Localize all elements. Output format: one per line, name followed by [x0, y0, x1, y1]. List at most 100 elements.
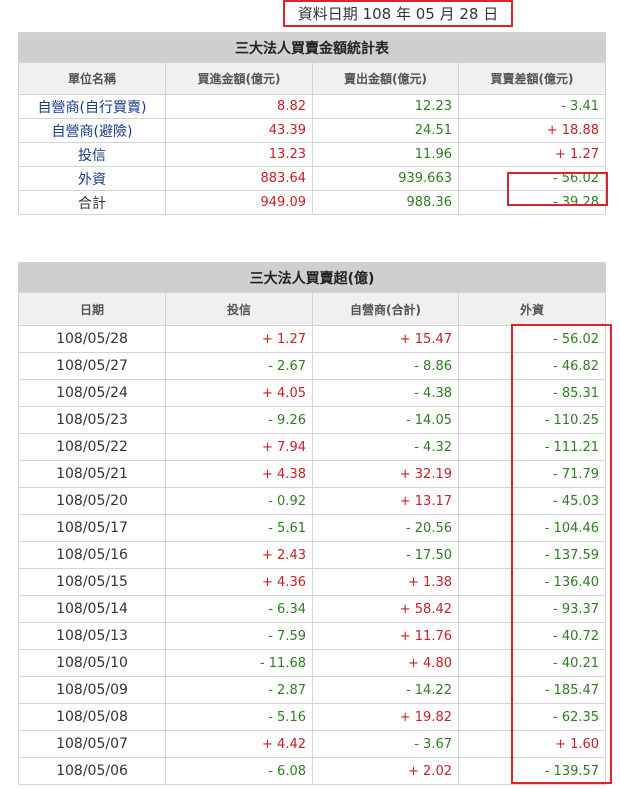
table-row: 自營商(避險) 43.39 24.51 + 18.88 — [18, 118, 606, 143]
unit-name: 合計 — [18, 190, 166, 215]
daily-header-date: 日期 — [18, 292, 166, 326]
foreign-net: - 71.79 — [457, 460, 607, 488]
dealer-net: + 2.02 — [312, 757, 459, 785]
trust-net: + 4.42 — [165, 730, 313, 758]
row-date: 108/05/06 — [18, 757, 166, 785]
dealer-net: - 3.67 — [312, 730, 459, 758]
unit-name: 自營商(避險) — [18, 118, 166, 143]
dealer-net: - 17.50 — [312, 541, 459, 569]
dealer-net: - 14.05 — [312, 406, 459, 434]
summary-header-buy: 買進金額(億元) — [165, 62, 313, 95]
buy-amount: 883.64 — [165, 166, 313, 191]
row-date: 108/05/23 — [18, 406, 166, 434]
table-row: 108/05/24 + 4.05- 4.38- 85.31 — [18, 379, 607, 407]
trust-net: + 2.43 — [165, 541, 313, 569]
table-row: 108/05/06- 6.08 + 2.02- 139.57 — [18, 757, 607, 785]
table-row: 108/05/07 + 4.42- 3.67 + 1.60 — [18, 730, 607, 758]
table-row: 合計 949.09 988.36- 39.28 — [18, 190, 606, 215]
trust-net: - 6.34 — [165, 595, 313, 623]
row-date: 108/05/10 — [18, 649, 166, 677]
foreign-net: - 45.03 — [457, 487, 607, 515]
trust-net: - 5.61 — [165, 514, 313, 542]
buy-amount: 8.82 — [165, 94, 313, 119]
table-row: 108/05/22 + 7.94- 4.32- 111.21 — [18, 433, 607, 461]
summary-header-diff: 買賣差額(億元) — [458, 62, 606, 95]
foreign-net: - 46.82 — [457, 352, 607, 380]
trust-net: + 1.27 — [165, 325, 313, 353]
dealer-net: + 4.80 — [312, 649, 459, 677]
table-row: 108/05/23- 9.26- 14.05- 110.25 — [18, 406, 607, 434]
summary-header-unit: 單位名稱 — [18, 62, 166, 95]
sell-amount: 12.23 — [312, 94, 459, 119]
foreign-net: - 62.35 — [457, 703, 607, 731]
trust-net: - 6.08 — [165, 757, 313, 785]
table-row: 108/05/09- 2.87- 14.22- 185.47 — [18, 676, 607, 704]
trust-net: + 7.94 — [165, 433, 313, 461]
summary-title: 三大法人買賣金額統計表 — [18, 32, 606, 63]
foreign-net: - 104.46 — [457, 514, 607, 542]
foreign-net: - 56.02 — [457, 325, 607, 353]
trust-net: + 4.38 — [165, 460, 313, 488]
row-date: 108/05/22 — [18, 433, 166, 461]
buy-amount: 949.09 — [165, 190, 313, 215]
row-date: 108/05/21 — [18, 460, 166, 488]
row-date: 108/05/24 — [18, 379, 166, 407]
daily-title: 三大法人買賣超(億) — [17, 262, 607, 293]
table-row: 108/05/21 + 4.38 + 32.19- 71.79 — [18, 460, 607, 488]
dealer-net: + 19.82 — [312, 703, 459, 731]
dealer-net: + 11.76 — [312, 622, 459, 650]
trust-net: - 9.26 — [165, 406, 313, 434]
row-date: 108/05/13 — [18, 622, 166, 650]
net-amount: - 3.41 — [458, 94, 606, 119]
row-date: 108/05/09 — [18, 676, 166, 704]
sell-amount: 24.51 — [312, 118, 459, 143]
dealer-net: - 4.38 — [312, 379, 459, 407]
table-row: 108/05/08- 5.16 + 19.82- 62.35 — [18, 703, 607, 731]
unit-name: 外資 — [18, 166, 166, 191]
foreign-net: - 40.72 — [457, 622, 607, 650]
foreign-net: - 136.40 — [457, 568, 607, 596]
row-date: 108/05/15 — [18, 568, 166, 596]
foreign-net: - 137.59 — [457, 541, 607, 569]
sell-amount: 988.36 — [312, 190, 459, 215]
daily-header-trust: 投信 — [165, 292, 313, 326]
table-row: 108/05/14- 6.34 + 58.42- 93.37 — [18, 595, 607, 623]
net-amount: + 1.27 — [458, 142, 606, 167]
dealer-net: - 20.56 — [312, 514, 459, 542]
table-row: 108/05/27- 2.67- 8.86- 46.82 — [18, 352, 607, 380]
row-date: 108/05/08 — [18, 703, 166, 731]
table-row: 108/05/10- 11.68 + 4.80- 40.21 — [18, 649, 607, 677]
net-amount: - 56.02 — [458, 166, 606, 191]
net-amount: - 39.28 — [458, 190, 606, 215]
unit-name: 自營商(自行買賣) — [18, 94, 166, 119]
table-row: 108/05/15 + 4.36 + 1.38- 136.40 — [18, 568, 607, 596]
trust-net: + 4.05 — [165, 379, 313, 407]
dealer-net: + 32.19 — [312, 460, 459, 488]
row-date: 108/05/07 — [18, 730, 166, 758]
foreign-net: - 85.31 — [457, 379, 607, 407]
table-row: 108/05/28 + 1.27 + 15.47- 56.02 — [18, 325, 607, 353]
table-row: 投信 13.23 11.96 + 1.27 — [18, 142, 606, 167]
sell-amount: 939.663 — [312, 166, 459, 191]
row-date: 108/05/28 — [18, 325, 166, 353]
net-amount: + 18.88 — [458, 118, 606, 143]
table-row: 外資 883.64 939.663- 56.02 — [18, 166, 606, 191]
foreign-net: - 185.47 — [457, 676, 607, 704]
buy-amount: 43.39 — [165, 118, 313, 143]
dealer-net: - 8.86 — [312, 352, 459, 380]
daily-header-foreign: 外資 — [457, 292, 607, 326]
row-date: 108/05/20 — [18, 487, 166, 515]
trust-net: - 2.87 — [165, 676, 313, 704]
sell-amount: 11.96 — [312, 142, 459, 167]
row-date: 108/05/17 — [18, 514, 166, 542]
trust-net: - 0.92 — [165, 487, 313, 515]
trust-net: - 7.59 — [165, 622, 313, 650]
trust-net: - 2.67 — [165, 352, 313, 380]
unit-name: 投信 — [18, 142, 166, 167]
foreign-net: - 40.21 — [457, 649, 607, 677]
table-row: 108/05/13- 7.59 + 11.76- 40.72 — [18, 622, 607, 650]
row-date: 108/05/14 — [18, 595, 166, 623]
table-row: 108/05/16 + 2.43- 17.50- 137.59 — [18, 541, 607, 569]
dealer-net: + 15.47 — [312, 325, 459, 353]
foreign-net: - 93.37 — [457, 595, 607, 623]
